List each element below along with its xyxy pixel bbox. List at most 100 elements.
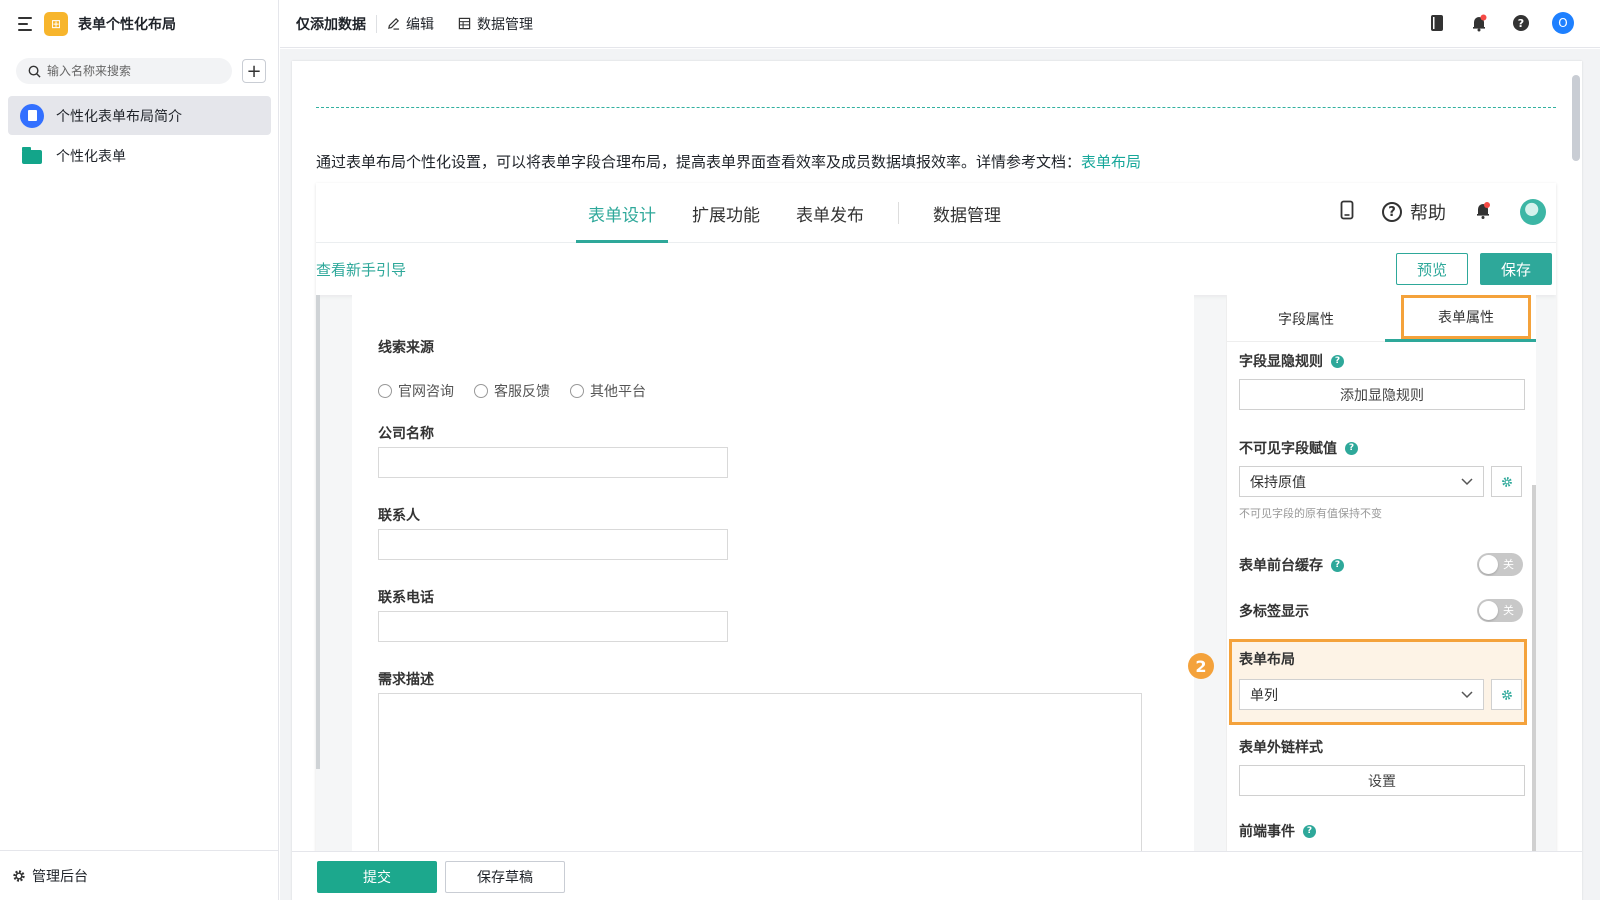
tab-form-publish[interactable]: 表单发布 (784, 183, 876, 243)
form-layout-selected: 单列 (1250, 687, 1278, 704)
properties-tabs: 字段属性 表单属性 (1227, 295, 1536, 342)
chevron-down-icon (1461, 690, 1473, 698)
phone-input[interactable] (378, 611, 728, 642)
company-input[interactable] (378, 447, 728, 478)
intro-text: 通过表单布局个性化设置，可以将表单字段合理布局，提高表单界面查看效率及成员数据填… (316, 153, 1082, 171)
radio-option[interactable]: 其他平台 (570, 381, 646, 401)
visibility-rules-text: 字段显隐规则 (1239, 354, 1323, 370)
app-header: ⊞ 表单个性化布局 (18, 12, 176, 36)
help-icon[interactable]: ? (1510, 12, 1532, 34)
sidebar-item-label: 个性化表单布局简介 (56, 108, 182, 125)
radio-option[interactable]: 客服反馈 (474, 381, 550, 401)
radio-option-label: 客服反馈 (494, 384, 550, 400)
multi-tab-text: 多标签显示 (1239, 604, 1309, 620)
page-scrollbar[interactable] (1572, 75, 1580, 161)
contact-input[interactable] (378, 529, 728, 560)
cache-toggle[interactable]: 关 (1477, 553, 1523, 576)
radio-icon (378, 384, 392, 398)
admin-console-link[interactable]: 管理后台 (0, 850, 279, 900)
notebook-icon[interactable] (1426, 12, 1448, 34)
tab-form-design[interactable]: 表单设计 (576, 183, 668, 243)
edit-label: 编辑 (406, 16, 434, 33)
frontend-event-label: 前端事件? (1239, 821, 1316, 841)
data-manage-label: 数据管理 (477, 16, 533, 33)
sidebar-item-layout-intro[interactable]: 个性化表单布局简介 (8, 96, 271, 135)
folder-icon (22, 146, 44, 165)
topbar-actions: ? O (1426, 12, 1574, 34)
field-label-company: 公司名称 (378, 426, 434, 442)
radio-icon (570, 384, 584, 398)
multi-tab-toggle[interactable]: 关 (1477, 599, 1523, 622)
form-canvas: 线索来源 官网咨询 客服反馈 其他平台 公司名称 联系人 联系电话 需求描述 (352, 295, 1194, 900)
tab-extensions[interactable]: 扩展功能 (680, 183, 772, 243)
help-tip-icon[interactable]: ? (1331, 558, 1344, 572)
edit-button[interactable]: 编辑 (387, 14, 434, 34)
radio-option[interactable]: 官网咨询 (378, 381, 454, 401)
lead-source-radio-group: 官网咨询 客服反馈 其他平台 (378, 381, 646, 401)
tab-data-manage[interactable]: 数据管理 (921, 183, 1013, 243)
link-style-settings-button[interactable]: 设置 (1239, 765, 1525, 796)
main-content: 通过表单布局个性化设置，可以将表单字段合理布局，提高表单界面查看效率及成员数据填… (280, 49, 1600, 900)
tab-field-properties[interactable]: 字段属性 (1227, 295, 1385, 342)
app-logo-icon: ⊞ (44, 12, 68, 36)
help-tip-icon[interactable]: ? (1345, 441, 1358, 455)
add-visibility-rule-button[interactable]: 添加显隐规则 (1239, 379, 1525, 410)
invisible-value-hint: 不可见字段的原有值保持不变 (1239, 507, 1382, 520)
question-icon: ? (1382, 202, 1402, 222)
pencil-icon (388, 18, 400, 30)
field-label-phone: 联系电话 (378, 590, 434, 606)
help-label: 帮助 (1410, 203, 1446, 224)
save-button[interactable]: 保存 (1480, 253, 1552, 285)
view-guide-link[interactable]: 查看新手引导 (316, 259, 406, 280)
form-layout-label: 表单布局 (1239, 649, 1295, 669)
invisible-value-select[interactable]: 保持原值 (1239, 466, 1484, 497)
invisible-value-selected: 保持原值 (1250, 474, 1306, 491)
field-label-lead-source: 线索来源 (378, 340, 434, 356)
help-button[interactable]: ? 帮助 (1382, 199, 1446, 225)
form-layout-text: 表单布局 (1239, 652, 1295, 668)
settings-gear-icon[interactable] (1491, 466, 1522, 497)
add-button[interactable]: + (242, 59, 266, 83)
app-title: 表单个性化布局 (78, 17, 176, 33)
radio-option-label: 官网咨询 (398, 384, 454, 400)
search-box[interactable] (16, 58, 232, 84)
save-draft-button[interactable]: 保存草稿 (445, 861, 565, 893)
submit-button[interactable]: 提交 (317, 861, 437, 893)
admin-console-label: 管理后台 (32, 868, 88, 885)
invisible-value-text: 不可见字段赋值 (1239, 441, 1337, 457)
bell-icon[interactable] (1468, 12, 1490, 34)
designer-avatar[interactable] (1520, 199, 1546, 225)
form-layout-select[interactable]: 单列 (1239, 679, 1484, 710)
field-label-requirement: 需求描述 (378, 672, 434, 688)
toggle-state: 关 (1503, 604, 1514, 617)
menu-icon[interactable] (18, 17, 34, 31)
table-icon (458, 17, 471, 30)
radio-option-label: 其他平台 (590, 384, 646, 400)
panel-scrollbar[interactable] (1532, 485, 1536, 900)
sidebar-item-custom-form[interactable]: 个性化表单 (8, 136, 271, 175)
tab-form-properties[interactable]: 表单属性 (1401, 295, 1531, 339)
mobile-icon[interactable] (1340, 200, 1354, 224)
designer-header: 表单设计 扩展功能 表单发布 数据管理 ? 帮助 (316, 183, 1556, 243)
search-input[interactable] (47, 64, 217, 78)
svg-text:?: ? (1518, 17, 1524, 30)
topbar: 仅添加数据 编辑 数据管理 ? O (280, 0, 1600, 48)
cache-text: 表单前台缓存 (1239, 558, 1323, 574)
requirement-textarea[interactable] (378, 693, 1142, 853)
gear-icon (13, 869, 25, 882)
preview-button[interactable]: 预览 (1396, 253, 1468, 285)
bottom-action-bar: 提交 保存草稿 (292, 851, 1582, 900)
link-style-text: 表单外链样式 (1239, 740, 1323, 756)
dashed-divider (316, 107, 1556, 108)
intro-paragraph: 通过表单布局个性化设置，可以将表单字段合理布局，提高表单界面查看效率及成员数据填… (316, 151, 1141, 172)
help-tip-icon[interactable]: ? (1303, 824, 1316, 838)
document-icon (20, 103, 44, 128)
notification-bell-icon[interactable] (1474, 200, 1492, 224)
help-tip-icon[interactable]: ? (1331, 354, 1344, 368)
form-layout-doc-link[interactable]: 表单布局 (1081, 153, 1141, 171)
toggle-state: 关 (1503, 558, 1514, 571)
data-manage-button[interactable]: 数据管理 (458, 14, 533, 34)
layout-settings-gear-icon[interactable] (1491, 679, 1522, 710)
step-badge-2: 2 (1188, 653, 1214, 679)
user-avatar[interactable]: O (1552, 12, 1574, 34)
